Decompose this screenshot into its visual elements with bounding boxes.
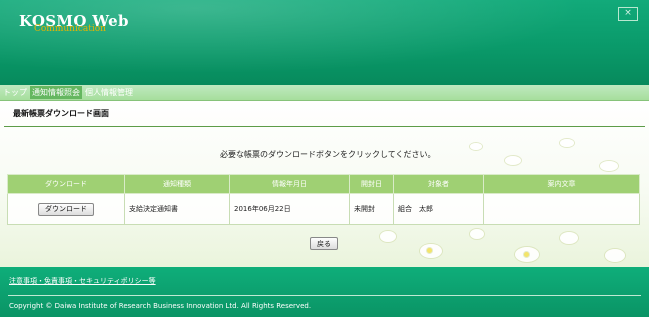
close-icon[interactable]: × <box>618 7 638 21</box>
column-header-person: 対象者 <box>393 174 484 194</box>
back-button[interactable]: 戻る <box>310 237 338 250</box>
flower-decoration <box>470 229 484 239</box>
flower-decoration <box>380 231 396 242</box>
nav-item-personal-info[interactable]: 個人情報管理 <box>83 86 135 99</box>
column-header-message: 案内文章 <box>483 174 640 194</box>
person-cell: 組合 太郎 <box>393 193 484 225</box>
title-divider <box>4 126 645 127</box>
nav-item-notification-inquiry[interactable]: 通知情報照会 <box>30 86 82 99</box>
nav-bar: トップ 通知情報照会 個人情報管理 <box>0 85 649 101</box>
column-header-type: 通知種類 <box>124 174 230 194</box>
column-header-date: 情報年月日 <box>229 174 350 194</box>
documents-table: ダウンロード 通知種類 情報年月日 開封日 対象者 案内文章 ダウンロード 支給… <box>7 174 640 225</box>
flower-center-decoration <box>524 252 529 257</box>
flower-decoration <box>600 161 618 171</box>
type-cell: 支給決定通知書 <box>124 193 230 225</box>
instruction-text: 必要な帳票のダウンロードボタンをクリックしてください。 <box>220 150 436 159</box>
footer: 注意事項・免責事項・セキュリティポリシー等 Copyright © Daiwa … <box>0 267 649 317</box>
flower-decoration <box>560 139 574 147</box>
page-title: 最新帳票ダウンロード画面 <box>13 109 109 118</box>
date-cell: 2016年06月22日 <box>229 193 350 225</box>
flower-decoration <box>605 249 625 262</box>
table-header-row: ダウンロード 通知種類 情報年月日 開封日 対象者 案内文章 <box>7 174 640 194</box>
app-logo-subtitle: Communication <box>34 24 106 34</box>
app-header: KOSMO Web Communication × <box>0 0 649 85</box>
table-row: ダウンロード 支給決定通知書 2016年06月22日 未開封 組合 太郎 <box>7 193 640 225</box>
main-content: 最新帳票ダウンロード画面 必要な帳票のダウンロードボタンをクリックしてください。… <box>0 101 649 267</box>
column-header-download: ダウンロード <box>7 174 125 194</box>
copyright-text: Copyright © Daiwa Institute of Research … <box>9 302 312 310</box>
flower-decoration <box>505 156 521 165</box>
message-cell <box>483 193 640 225</box>
footer-policy-link[interactable]: 注意事項・免責事項・セキュリティポリシー等 <box>9 276 156 286</box>
nav-item-top[interactable]: トップ <box>1 86 29 99</box>
flower-center-decoration <box>427 248 432 253</box>
opened-cell: 未開封 <box>349 193 394 225</box>
download-cell: ダウンロード <box>7 193 125 225</box>
download-button[interactable]: ダウンロード <box>38 202 94 216</box>
flower-decoration <box>470 143 482 150</box>
footer-divider <box>8 295 641 296</box>
flower-decoration <box>560 232 578 244</box>
column-header-opened: 開封日 <box>349 174 394 194</box>
